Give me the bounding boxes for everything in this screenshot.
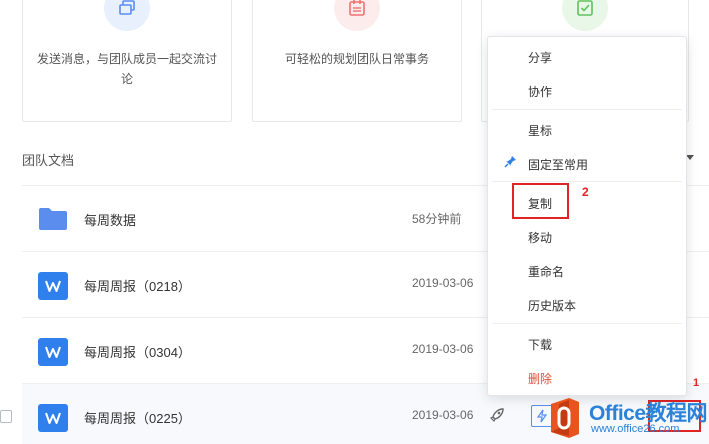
watermark-url: www.office26.com xyxy=(591,423,680,435)
file-time: 2019-03-06 xyxy=(412,276,474,290)
menu-item-star[interactable]: 星标 xyxy=(528,122,552,139)
file-name: 每周周报（0218） xyxy=(84,279,191,294)
watermark: Office教程网 www.office26.com xyxy=(545,394,709,444)
copy-highlight-box xyxy=(512,183,569,219)
feature-card-text: 发送消息，与团队成员一起交流讨论 xyxy=(36,52,217,86)
folder-icon xyxy=(38,206,68,234)
feature-card-calendar[interactable]: 可轻松的规划团队日常事务 xyxy=(252,0,462,122)
sort-caret-icon[interactable] xyxy=(686,155,694,160)
feature-card-text: 可轻松的规划团队日常事务 xyxy=(284,52,429,66)
menu-item-download[interactable]: 下载 xyxy=(528,336,552,353)
menu-item-delete[interactable]: 删除 xyxy=(528,370,552,387)
file-time: 58分钟前 xyxy=(412,212,462,226)
task-check-icon xyxy=(562,0,608,31)
menu-item-rename[interactable]: 重命名 xyxy=(528,263,564,280)
calendar-icon xyxy=(334,0,380,31)
file-time: 2019-03-06 xyxy=(412,342,474,356)
feature-card-chat[interactable]: 发送消息，与团队成员一起交流讨论 xyxy=(22,0,232,122)
file-name: 每周周报（0225） xyxy=(84,411,191,426)
menu-item-history[interactable]: 历史版本 xyxy=(528,297,576,314)
file-name: 每周周报（0304） xyxy=(84,345,191,360)
rocket-icon[interactable] xyxy=(488,406,506,429)
menu-item-move[interactable]: 移动 xyxy=(528,229,552,246)
context-menu: 分享 协作 星标 固定至常用 复制 2 移动 重命名 历史版本 下载 删除 xyxy=(487,36,687,396)
chat-icon xyxy=(104,0,150,31)
menu-item-share[interactable]: 分享 xyxy=(528,49,552,66)
step-marker-2: 2 xyxy=(582,185,589,199)
menu-item-pin[interactable]: 固定至常用 xyxy=(528,156,588,173)
menu-divider xyxy=(492,181,682,182)
office-logo-icon xyxy=(545,396,585,440)
pin-icon xyxy=(504,155,517,173)
word-doc-icon xyxy=(38,272,68,300)
file-time: 2019-03-06 xyxy=(412,408,474,422)
file-name: 每周数据 xyxy=(84,213,137,228)
row-checkbox[interactable] xyxy=(0,410,12,423)
menu-item-collaborate[interactable]: 协作 xyxy=(528,83,552,100)
menu-divider xyxy=(492,109,682,110)
word-doc-icon xyxy=(38,404,68,432)
step-marker-1: 1 xyxy=(693,377,700,389)
menu-divider xyxy=(492,323,682,324)
word-doc-icon xyxy=(38,338,68,366)
section-title: 团队文档 xyxy=(22,153,75,168)
